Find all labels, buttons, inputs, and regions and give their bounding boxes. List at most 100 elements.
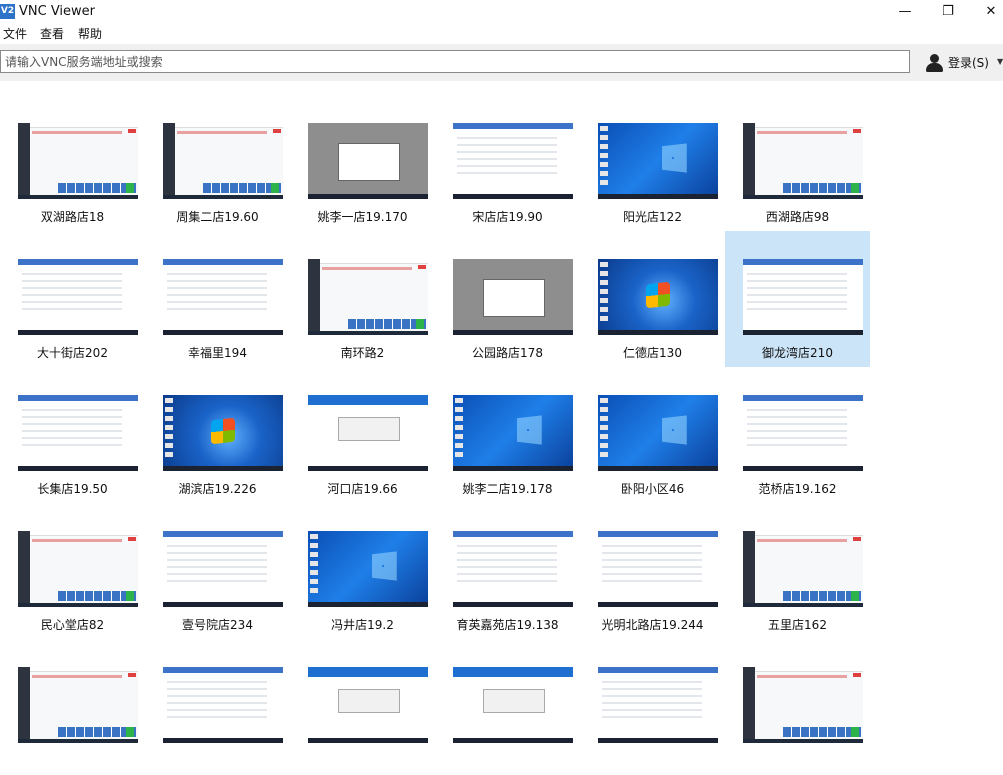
maximize-button[interactable]: ❐ — [925, 0, 971, 24]
server-name-label: 姚李二店19.178 — [462, 482, 553, 496]
screen-thumbnail — [598, 123, 718, 199]
server-name-label: 西湖路店98 — [765, 210, 830, 224]
menu-bar: 文件 查看 帮助 — [0, 24, 1003, 44]
screen-thumbnail — [743, 259, 863, 335]
screen-thumbnail — [163, 395, 283, 471]
screen-thumbnail — [18, 667, 138, 743]
screen-thumbnail — [163, 667, 283, 743]
screen-thumbnail — [308, 123, 428, 199]
screen-thumbnail — [743, 531, 863, 607]
screen-thumbnail — [308, 667, 428, 743]
server-tile[interactable]: 双湖路店18 — [0, 95, 145, 231]
server-name-label: 大十街店202 — [37, 346, 108, 360]
user-icon — [925, 53, 944, 72]
screen-thumbnail — [308, 395, 428, 471]
address-book-grid: 双湖路店18 周集二店19.60 姚李一店19.170 宋店店19.90 阳光店122 西… — [0, 81, 1003, 743]
server-tile[interactable]: 公园路店178 — [435, 231, 580, 367]
caret-down-icon[interactable]: ▼ — [997, 57, 1003, 66]
server-name-label: 五里店162 — [768, 618, 827, 632]
server-tile[interactable]: 南环路2 — [290, 231, 435, 367]
server-tile[interactable]: 壹号院店234 — [145, 503, 290, 639]
server-tile[interactable] — [725, 639, 870, 775]
server-name-label: 双湖路店18 — [40, 210, 105, 224]
server-tile[interactable]: 御龙湾店210 — [725, 231, 870, 367]
screen-thumbnail — [743, 667, 863, 743]
server-name-label: 姚李一店19.170 — [317, 210, 408, 224]
server-address-search-input[interactable] — [0, 50, 910, 73]
server-tile[interactable]: 周集二店19.60 — [145, 95, 290, 231]
server-tile[interactable]: 卧阳小区46 — [580, 367, 725, 503]
server-name-label: 宋店店19.90 — [472, 210, 543, 224]
server-tile[interactable]: 仁德店130 — [580, 231, 725, 367]
toolbar: 登录(S) ▼ — [0, 44, 1003, 81]
server-tile[interactable]: 光明北路店19.244 — [580, 503, 725, 639]
server-name-label: 民心堂店82 — [40, 618, 105, 632]
screen-thumbnail — [18, 123, 138, 199]
server-name-label: 仁德店130 — [623, 346, 682, 360]
login-label: 登录(S) — [948, 55, 989, 70]
server-tile[interactable] — [290, 639, 435, 775]
server-name-label: 幸福里194 — [188, 346, 247, 360]
server-name-label: 湖滨店19.226 — [178, 482, 257, 496]
screen-thumbnail — [163, 531, 283, 607]
minimize-button[interactable]: — — [882, 0, 928, 24]
screen-thumbnail — [453, 395, 573, 471]
server-tile[interactable]: 大十街店202 — [0, 231, 145, 367]
server-name-label: 御龙湾店210 — [762, 346, 833, 360]
server-tile[interactable]: 宋店店19.90 — [435, 95, 580, 231]
server-name-label: 冯井店19.2 — [331, 618, 394, 632]
server-tile[interactable]: 西湖路店98 — [725, 95, 870, 231]
screen-thumbnail — [163, 123, 283, 199]
server-name-label: 河口店19.66 — [327, 482, 398, 496]
screen-thumbnail — [598, 531, 718, 607]
screen-thumbnail — [163, 259, 283, 335]
server-tile[interactable]: 河口店19.66 — [290, 367, 435, 503]
login-button[interactable]: 登录(S) — [925, 51, 989, 73]
server-name-label: 长集店19.50 — [37, 482, 108, 496]
server-name-label: 育英嘉苑店19.138 — [456, 618, 559, 632]
screen-thumbnail — [598, 259, 718, 335]
screen-thumbnail — [743, 123, 863, 199]
server-name-label: 卧阳小区46 — [620, 482, 685, 496]
screen-thumbnail — [598, 395, 718, 471]
server-tile[interactable]: 民心堂店82 — [0, 503, 145, 639]
server-tile[interactable]: 阳光店122 — [580, 95, 725, 231]
menu-file[interactable]: 文件 — [3, 26, 27, 42]
window-title: VNC Viewer — [19, 4, 96, 19]
screen-thumbnail — [453, 667, 573, 743]
menu-view[interactable]: 查看 — [40, 26, 64, 42]
screen-thumbnail — [453, 531, 573, 607]
server-tile[interactable]: 姚李一店19.170 — [290, 95, 435, 231]
screen-thumbnail — [453, 259, 573, 335]
server-tile[interactable] — [145, 639, 290, 775]
server-tile[interactable]: 五里店162 — [725, 503, 870, 639]
server-name-label: 光明北路店19.244 — [601, 618, 704, 632]
screen-thumbnail — [18, 395, 138, 471]
server-tile[interactable]: 幸福里194 — [145, 231, 290, 367]
screen-thumbnail — [18, 531, 138, 607]
screen-thumbnail — [743, 395, 863, 471]
vnc-logo-icon: V2 — [0, 4, 15, 19]
server-tile[interactable] — [0, 639, 145, 775]
server-tile[interactable]: 育英嘉苑店19.138 — [435, 503, 580, 639]
server-tile[interactable]: 冯井店19.2 — [290, 503, 435, 639]
menu-help[interactable]: 帮助 — [78, 26, 102, 42]
screen-thumbnail — [598, 667, 718, 743]
server-tile[interactable]: 湖滨店19.226 — [145, 367, 290, 503]
screen-thumbnail — [18, 259, 138, 335]
server-name-label: 范桥店19.162 — [758, 482, 837, 496]
title-bar[interactable]: V2 VNC Viewer — ❐ ✕ — [0, 0, 1003, 24]
screen-thumbnail — [453, 123, 573, 199]
server-tile[interactable]: 范桥店19.162 — [725, 367, 870, 503]
server-name-label: 南环路2 — [340, 346, 385, 360]
server-tile[interactable] — [435, 639, 580, 775]
server-tile[interactable] — [580, 639, 725, 775]
server-tile[interactable]: 姚李二店19.178 — [435, 367, 580, 503]
server-name-label: 公园路店178 — [472, 346, 543, 360]
server-tile[interactable]: 长集店19.50 — [0, 367, 145, 503]
server-name-label: 壹号院店234 — [182, 618, 253, 632]
server-name-label: 阳光店122 — [623, 210, 682, 224]
server-name-label: 周集二店19.60 — [176, 210, 259, 224]
screen-thumbnail — [308, 259, 428, 335]
close-button[interactable]: ✕ — [968, 0, 1003, 24]
